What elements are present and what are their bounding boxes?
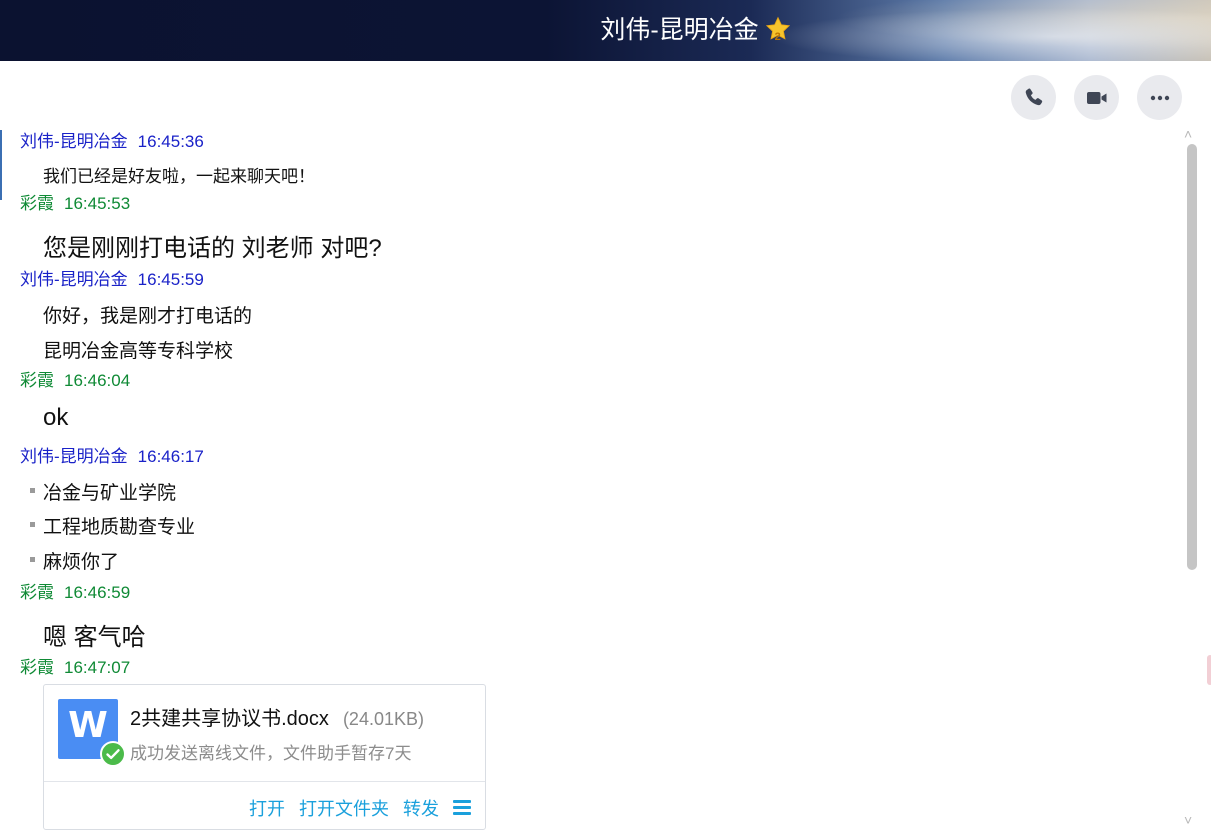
sender-name: 刘伟-昆明冶金 bbox=[20, 447, 128, 466]
video-call-button[interactable] bbox=[1074, 75, 1119, 120]
message-text: 我们已经是好友啦，一起来聊天吧！ bbox=[43, 167, 315, 186]
list-bullet bbox=[30, 488, 35, 493]
message-text: ok bbox=[43, 404, 69, 431]
message-sender: 刘伟-昆明冶金 16:46:17 bbox=[20, 446, 204, 468]
file-size: (24.01KB) bbox=[342, 709, 424, 729]
file-status: 成功发送离线文件，文件助手暂存7天 bbox=[130, 744, 412, 763]
chat-title: 刘伟-昆明冶金 bbox=[600, 16, 759, 44]
list-item: 麻烦你了 bbox=[43, 552, 120, 573]
forward-link[interactable]: 转发 bbox=[403, 799, 439, 819]
title-wrap: 刘伟-昆明冶金 2 bbox=[0, 14, 1211, 46]
scrollbar-thumb[interactable] bbox=[1187, 144, 1197, 570]
more-options-button[interactable] bbox=[1137, 75, 1182, 120]
message-text: 您是刚刚打电话的 刘老师 对吧? bbox=[43, 235, 382, 262]
message-time: 16:46:17 bbox=[137, 447, 204, 466]
list-bullet bbox=[30, 522, 35, 527]
message-time: 16:45:59 bbox=[137, 270, 204, 289]
video-camera-icon bbox=[1086, 91, 1106, 104]
more-dots-icon bbox=[1150, 95, 1169, 100]
sender-name: 刘伟-昆明冶金 bbox=[20, 270, 128, 289]
message-text: 昆明冶金高等专科学校 bbox=[43, 341, 234, 362]
file-transfer-card: W 2共建共享协议书.docx (24.01KB) 成功发送离线文件，文件助手暂存… bbox=[43, 684, 486, 830]
list-bullet bbox=[30, 557, 35, 562]
success-check-icon bbox=[100, 741, 126, 767]
title-bar: 刘伟-昆明冶金 2 bbox=[0, 0, 1211, 61]
open-file-link[interactable]: 打开 bbox=[249, 799, 285, 819]
word-icon-letter: W bbox=[68, 705, 108, 746]
sender-name: 彩霞 bbox=[20, 583, 54, 602]
list-item: 工程地质勘查专业 bbox=[43, 517, 196, 538]
sender-name: 彩霞 bbox=[20, 371, 54, 390]
message-time: 16:46:04 bbox=[64, 371, 131, 390]
message-time: 16:47:07 bbox=[64, 658, 131, 677]
file-card-divider bbox=[44, 781, 485, 782]
message-text: 嗯 客气哈 bbox=[43, 624, 146, 651]
window-left-edge bbox=[0, 130, 2, 200]
phone-icon bbox=[1025, 88, 1042, 105]
scroll-down-arrow-icon[interactable]: ˅ bbox=[1184, 812, 1192, 828]
message-sender: 彩霞 16:45:53 bbox=[20, 193, 130, 215]
message-sender: 彩霞 16:46:04 bbox=[20, 370, 130, 392]
level-number: 2 bbox=[774, 31, 781, 43]
voice-call-button[interactable] bbox=[1011, 75, 1056, 120]
message-time: 16:45:36 bbox=[137, 132, 204, 151]
message-sender: 刘伟-昆明冶金 16:45:59 bbox=[20, 269, 204, 291]
message-sender: 彩霞 16:47:07 bbox=[20, 657, 130, 679]
level-star-icon: 2 bbox=[765, 16, 791, 43]
message-time: 16:46:59 bbox=[64, 583, 131, 602]
message-sender: 刘伟-昆明冶金 16:45:36 bbox=[20, 131, 204, 153]
message-time: 16:45:53 bbox=[64, 194, 131, 213]
file-name[interactable]: 2共建共享协议书.docx (24.01KB) bbox=[130, 702, 424, 731]
sender-name: 彩霞 bbox=[20, 658, 54, 677]
message-text: 你好，我是刚才打电话的 bbox=[43, 306, 253, 327]
menu-icon[interactable] bbox=[453, 800, 471, 816]
open-folder-link[interactable]: 打开文件夹 bbox=[299, 799, 389, 819]
scroll-up-arrow-icon[interactable]: ˄ bbox=[1184, 126, 1192, 142]
sender-name: 彩霞 bbox=[20, 194, 54, 213]
message-sender: 彩霞 16:46:59 bbox=[20, 582, 130, 604]
side-panel-handle[interactable] bbox=[1207, 655, 1211, 685]
file-name-text: 2共建共享协议书.docx bbox=[130, 708, 329, 730]
file-actions: 打开 打开文件夹 转发 bbox=[235, 795, 471, 821]
list-item: 冶金与矿业学院 bbox=[43, 483, 177, 504]
sender-name: 刘伟-昆明冶金 bbox=[20, 132, 128, 151]
